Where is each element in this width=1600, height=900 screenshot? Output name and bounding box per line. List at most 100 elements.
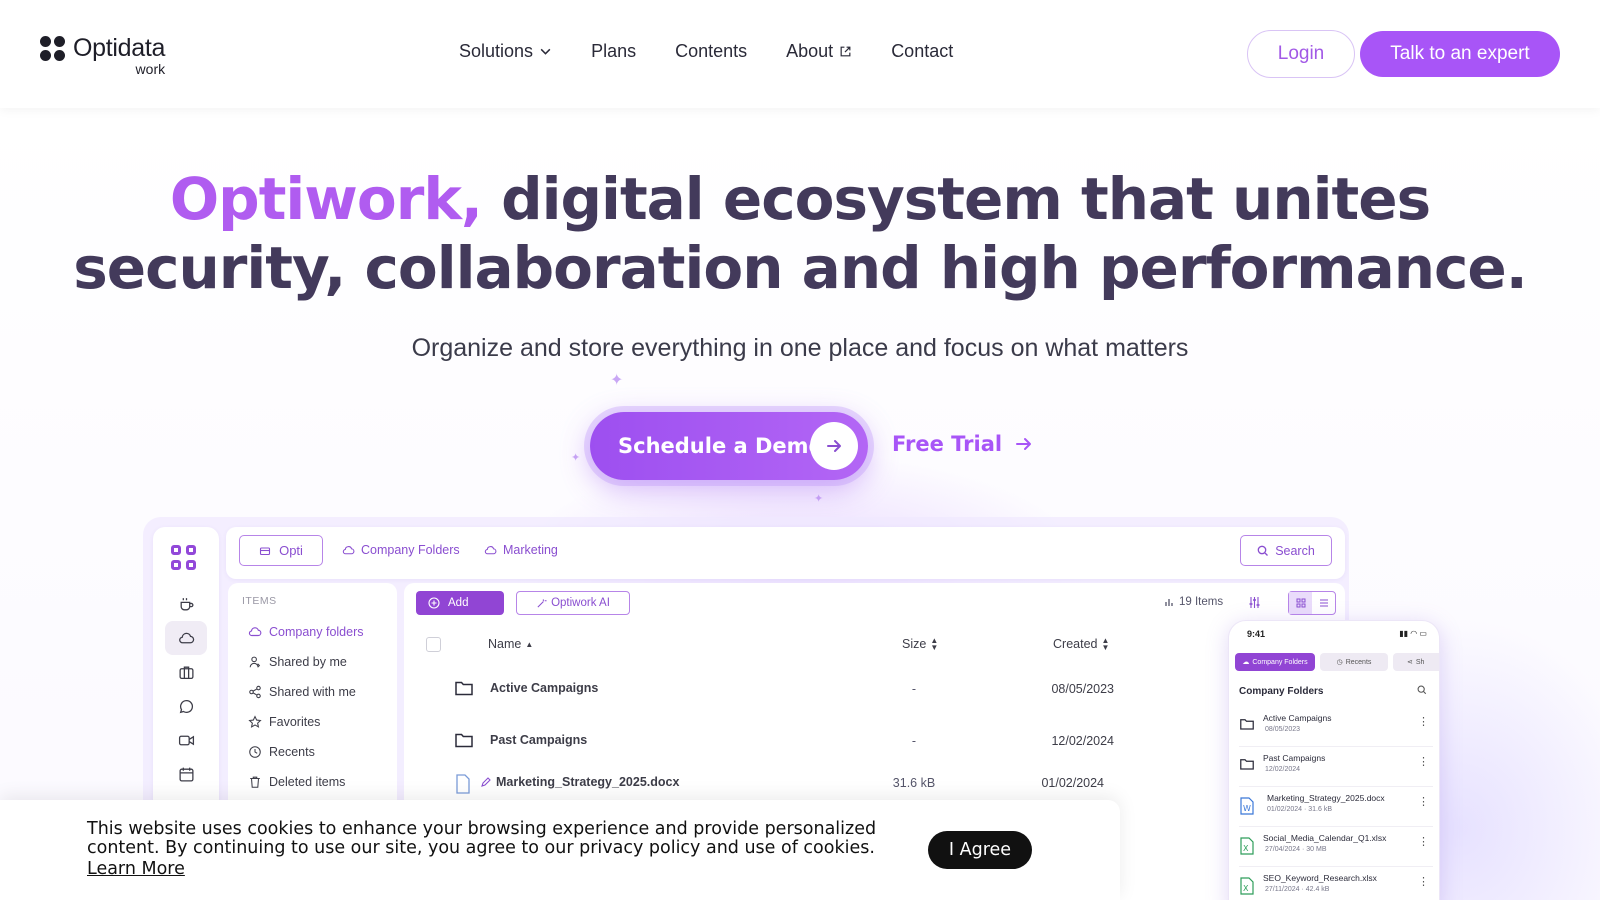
chat-icon[interactable]: [165, 689, 207, 723]
breadcrumb-company-folders[interactable]: Company Folders: [342, 543, 460, 557]
row-name: Active Campaigns: [490, 681, 599, 695]
sidebar-item-deleted-items[interactable]: Deleted items: [248, 775, 345, 789]
phone-list-item[interactable]: W Marketing_Strategy_2025.docx 01/02/202…: [1239, 787, 1433, 827]
sidebar-item-favorites[interactable]: Favorites: [248, 715, 320, 729]
svg-text:W: W: [1243, 804, 1251, 813]
headline-part-2: security, collaboration and high perform…: [73, 234, 1528, 302]
svg-text:X: X: [1243, 844, 1249, 853]
nav-contact[interactable]: Contact: [891, 41, 953, 62]
sidebar-item-label: Shared with me: [269, 685, 356, 699]
row-name: Marketing_Strategy_2025.docx: [496, 775, 680, 789]
clock-icon: [249, 746, 261, 758]
table-row[interactable]: Active Campaigns - 08/05/2023: [404, 667, 1345, 717]
column-header-size[interactable]: Size ▲ ▼: [902, 637, 938, 652]
phone-list-item[interactable]: Active Campaigns 08/05/2023 ⋮: [1239, 707, 1433, 747]
phone-list-item[interactable]: Past Campaigns 12/02/2024 ⋮: [1239, 747, 1433, 787]
agree-button[interactable]: I Agree: [928, 831, 1032, 869]
excel-file-icon: X: [1240, 837, 1254, 855]
workspace-chip[interactable]: Opti: [239, 535, 323, 566]
nav-about[interactable]: About: [786, 41, 852, 62]
sidebar-item-shared-by-me[interactable]: Shared by me: [248, 655, 347, 669]
phone-item-name: SEO_Keyword_Research.xlsx: [1263, 873, 1377, 883]
more-icon[interactable]: ⋮: [1418, 757, 1429, 768]
cookie-text: This website uses cookies to enhance you…: [87, 819, 877, 858]
grid-view-icon[interactable]: [1289, 592, 1312, 614]
sidebar-item-label: Favorites: [269, 715, 321, 729]
sparkle-icon: ✦: [814, 493, 824, 505]
nav-label: Contents: [675, 41, 748, 61]
share-icon: ⋖: [1407, 659, 1413, 666]
phone-time: 9:41: [1247, 629, 1266, 639]
sidebar-item-company-folders[interactable]: Company folders: [248, 625, 364, 639]
briefcase-icon[interactable]: [165, 655, 207, 689]
nav-solutions[interactable]: Solutions: [459, 41, 552, 62]
sidebar-item-label: Shared by me: [269, 655, 347, 669]
user-share-icon: [249, 656, 261, 668]
chevron-down-icon: [540, 48, 551, 55]
folder-icon: [455, 733, 473, 748]
breadcrumb-label: Company Folders: [361, 543, 460, 557]
schedule-demo-button[interactable]: Schedule a Demo: [590, 412, 868, 480]
coffee-icon[interactable]: [165, 587, 207, 621]
row-size: -: [911, 682, 917, 696]
cloud-icon: [248, 627, 262, 637]
select-all-checkbox[interactable]: [426, 637, 441, 652]
free-trial-label: Free Trial: [892, 432, 1003, 456]
search-icon: [1257, 545, 1269, 556]
column-header-created[interactable]: Created ▲ ▼: [1053, 637, 1109, 652]
row-created: 12/02/2024: [1051, 734, 1114, 748]
calendar-icon[interactable]: [165, 757, 207, 791]
phone-status-icons: ▮▮ ◠ ▭: [1399, 629, 1427, 638]
items-count: 19 Items: [1164, 596, 1223, 608]
optiwork-ai-button[interactable]: Optiwork AI: [516, 591, 630, 615]
arrow-right-icon: [810, 422, 858, 470]
main-nav: Solutions Plans Contents About Contact: [459, 41, 992, 62]
video-icon[interactable]: [165, 723, 207, 757]
table-row[interactable]: Past Campaigns - 12/02/2024: [404, 719, 1345, 769]
phone-list-item[interactable]: X SEO_Keyword_Research.xlsx 27/11/2024 ·…: [1239, 867, 1433, 900]
nav-plans[interactable]: Plans: [591, 41, 636, 62]
phone-tab-shared[interactable]: ⋖ Sh: [1393, 653, 1439, 671]
row-created: 01/02/2024: [1041, 776, 1104, 790]
phone-item-name: Past Campaigns: [1263, 753, 1326, 763]
more-icon[interactable]: ⋮: [1418, 717, 1429, 728]
excel-file-icon: X: [1240, 877, 1254, 895]
workspace-chip-label: Opti: [279, 543, 303, 558]
logo-icon: [40, 36, 66, 62]
document-icon: [456, 774, 470, 794]
sidebar-title: ITEMS: [242, 595, 277, 607]
search-icon[interactable]: [1417, 685, 1427, 695]
edit-icon: [481, 777, 491, 787]
app-topbar: Opti Company Folders Marketing Search: [226, 527, 1345, 579]
phone-list-item[interactable]: X Social_Media_Calendar_Q1.xlsx 27/04/20…: [1239, 827, 1433, 867]
headline-accent: Optiwork,: [169, 165, 483, 233]
free-trial-link[interactable]: Free Trial: [892, 432, 1034, 456]
more-icon[interactable]: ⋮: [1418, 797, 1429, 808]
sidebar-item-label: Recents: [269, 745, 315, 759]
row-size: -: [911, 734, 917, 748]
cloud-icon[interactable]: [165, 621, 207, 655]
box-icon: [260, 546, 271, 555]
talk-to-expert-button[interactable]: Talk to an expert: [1360, 31, 1560, 77]
more-icon[interactable]: ⋮: [1418, 877, 1429, 888]
phone-tab-label: Company Folders: [1252, 658, 1308, 666]
phone-tab-recents[interactable]: ◷ Recents: [1320, 653, 1388, 671]
row-size: 31.6 kB: [892, 776, 936, 790]
more-icon[interactable]: ⋮: [1418, 837, 1429, 848]
logo[interactable]: Optidata work: [40, 36, 165, 76]
breadcrumb-marketing[interactable]: Marketing: [484, 543, 558, 557]
app-search-button[interactable]: Search: [1240, 535, 1332, 566]
filter-sliders-icon[interactable]: [1248, 596, 1261, 614]
star-icon: [248, 715, 262, 728]
bar-chart-icon: [1165, 599, 1173, 606]
sidebar-item-recents[interactable]: Recents: [248, 745, 315, 759]
sidebar-item-shared-with-me[interactable]: Shared with me: [248, 685, 356, 699]
list-view-icon[interactable]: [1312, 592, 1335, 614]
column-header-name[interactable]: Name ▲: [488, 637, 533, 651]
add-button[interactable]: Add: [416, 591, 504, 615]
external-link-icon: [840, 46, 851, 57]
nav-contents[interactable]: Contents: [675, 41, 747, 62]
phone-tab-company-folders[interactable]: ☁ Company Folders: [1235, 653, 1315, 671]
login-button[interactable]: Login: [1247, 30, 1355, 78]
learn-more-link[interactable]: Learn More: [87, 859, 185, 879]
